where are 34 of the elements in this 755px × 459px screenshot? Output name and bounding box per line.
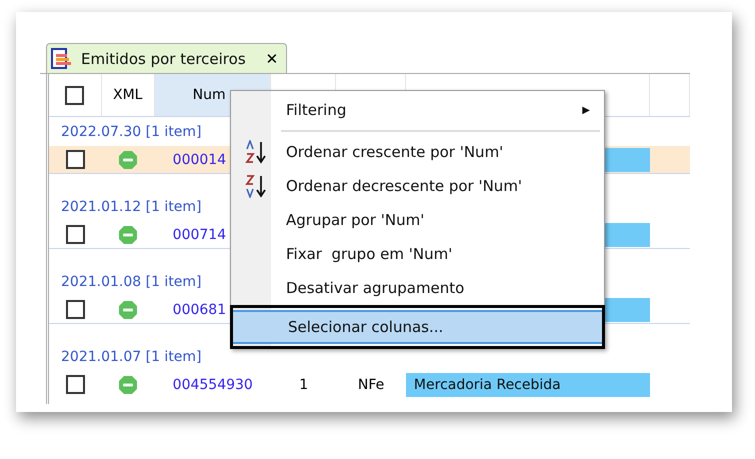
group-header[interactable]: 2022.07.30 [1 item] xyxy=(61,124,202,140)
document-list-icon xyxy=(51,48,73,70)
xml-file-icon xyxy=(118,150,138,170)
table-cell: NFe xyxy=(358,376,384,392)
table-row[interactable]: 004554930 1 NFe Mercadoria Recebida xyxy=(49,371,690,398)
row-checkbox[interactable] xyxy=(66,375,85,394)
xml-file-icon xyxy=(118,300,138,320)
sort-descending-icon xyxy=(245,174,267,198)
xml-file-icon xyxy=(118,374,138,394)
select-all-checkbox[interactable] xyxy=(65,86,84,104)
close-button[interactable]: ✕ xyxy=(266,50,278,68)
row-checkbox[interactable] xyxy=(66,150,85,169)
xml-file-icon xyxy=(118,224,138,244)
menu-item[interactable]: Ordenar decrescente por 'Num' xyxy=(231,169,604,203)
status-label: Mercadoria Recebida xyxy=(406,372,650,396)
menu-item[interactable]: Agrupar por 'Num' xyxy=(231,203,604,237)
submenu-arrow-icon: ▶ xyxy=(582,104,590,116)
menu-item[interactable]: Fixar grupo em 'Num' xyxy=(231,237,604,271)
document-number: 000714 xyxy=(172,226,226,242)
group-header[interactable]: 2021.01.07 [1 item] xyxy=(61,349,202,365)
row-checkbox[interactable] xyxy=(66,300,85,319)
document-number: 004554930 xyxy=(172,376,253,392)
sort-ascending-icon xyxy=(245,140,267,164)
document-tab[interactable]: Emitidos por terceiros ✕ xyxy=(46,43,288,73)
menu-item[interactable]: Desativar agrupamento xyxy=(231,271,604,305)
group-header[interactable]: 2021.01.12 [1 item] xyxy=(61,199,202,215)
menu-item[interactable]: Selecionar colunas... xyxy=(233,310,602,344)
tab-title: Emitidos por terceiros xyxy=(81,50,246,68)
document-number: 000681 xyxy=(172,302,226,318)
row-checkbox[interactable] xyxy=(66,225,85,244)
group-header[interactable]: 2021.01.08 [1 item] xyxy=(61,274,202,290)
table-cell: 1 xyxy=(299,376,308,392)
document-number: 000014 xyxy=(172,152,226,168)
menu-item[interactable]: Ordenar crescente por 'Num' xyxy=(231,135,604,169)
